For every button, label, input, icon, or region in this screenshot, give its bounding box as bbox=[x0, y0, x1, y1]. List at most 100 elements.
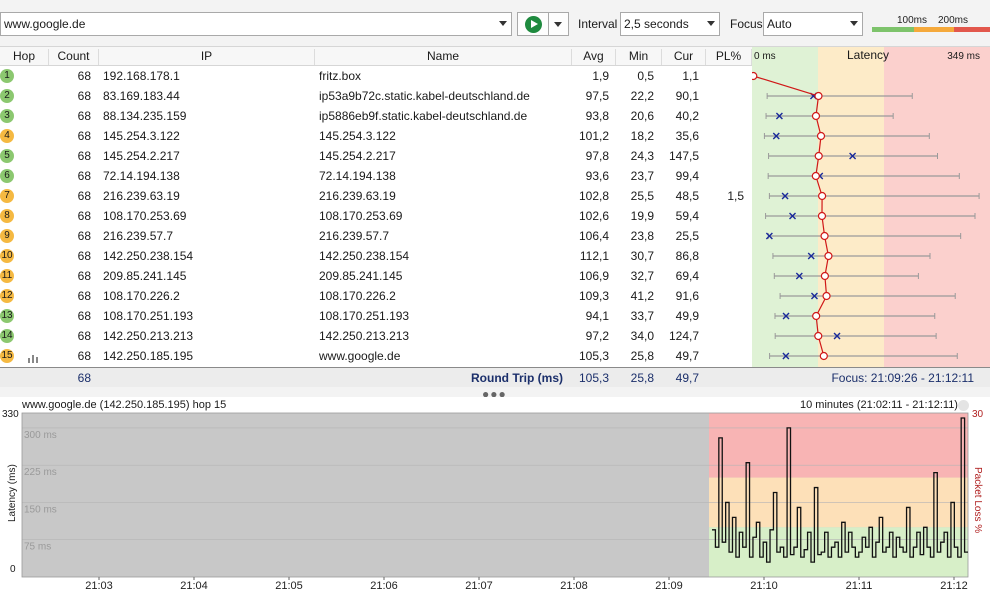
cell-min: 23,7 bbox=[630, 169, 654, 183]
cell-count: 68 bbox=[77, 309, 91, 323]
summary-avg: 105,3 bbox=[578, 371, 609, 385]
col-pl-header[interactable]: PL% bbox=[706, 49, 752, 65]
hop-number-badge: 13 bbox=[0, 309, 14, 323]
cell-avg: 101,2 bbox=[578, 129, 609, 143]
chevron-down-icon[interactable] bbox=[499, 21, 507, 26]
cell-avg: 97,8 bbox=[585, 149, 609, 163]
col-ip-header[interactable]: IP bbox=[99, 49, 315, 65]
cell-count: 68 bbox=[77, 129, 91, 143]
cell-name: 216.239.57.7 bbox=[319, 229, 390, 243]
avg-point bbox=[820, 271, 830, 281]
bar-chart-icon[interactable] bbox=[28, 352, 38, 363]
cell-ip: 108.170.253.69 bbox=[103, 209, 187, 223]
cell-ip: 145.254.3.122 bbox=[103, 129, 180, 143]
time-tick-label: 21:10 bbox=[750, 580, 778, 589]
col-hop-header[interactable]: Hop bbox=[0, 49, 49, 65]
latency-header[interactable]: 0 ms Latency 349 ms bbox=[752, 47, 990, 66]
cell-cur: 59,4 bbox=[675, 209, 699, 223]
cell-name: 142.250.238.154 bbox=[319, 249, 410, 263]
history-time-range[interactable]: 10 minutes (21:02:11 - 21:12:11) bbox=[800, 399, 958, 411]
round-trip-summary-row: 68 Round Trip (ms) 105,3 25,8 49,7 Focus… bbox=[0, 367, 990, 387]
interval-label: Interval bbox=[578, 17, 618, 31]
cell-count: 68 bbox=[77, 329, 91, 343]
cell-cur: 86,8 bbox=[675, 249, 699, 263]
cell-count: 68 bbox=[77, 249, 91, 263]
cell-min: 25,8 bbox=[630, 349, 654, 363]
cell-avg: 93,8 bbox=[585, 109, 609, 123]
cell-avg: 102,8 bbox=[578, 189, 609, 203]
avg-point bbox=[824, 251, 833, 261]
start-trace-button[interactable] bbox=[517, 12, 549, 36]
cell-count: 68 bbox=[77, 109, 91, 123]
scale-bad-segment bbox=[954, 27, 990, 32]
focus-select[interactable]: Auto bbox=[763, 12, 863, 36]
chevron-down-icon bbox=[707, 21, 715, 26]
focus-label: Focus bbox=[730, 17, 763, 31]
cell-count: 68 bbox=[77, 209, 91, 223]
cell-cur: 1,1 bbox=[682, 69, 699, 83]
cell-ip: 142.250.185.195 bbox=[103, 349, 194, 363]
cell-min: 20,6 bbox=[630, 109, 654, 123]
time-tick-label: 21:07 bbox=[465, 580, 493, 589]
start-options-dropdown[interactable] bbox=[549, 12, 569, 36]
hop-number-badge: 11 bbox=[0, 269, 14, 283]
chevron-down-icon[interactable] bbox=[958, 400, 969, 411]
avg-point bbox=[811, 171, 820, 181]
interval-select[interactable]: 2,5 seconds bbox=[620, 12, 720, 36]
avg-point bbox=[822, 291, 831, 301]
col-count-header[interactable]: Count bbox=[49, 49, 99, 65]
cell-min: 41,2 bbox=[630, 289, 654, 303]
hop-number-badge: 7 bbox=[0, 189, 14, 203]
avg-point bbox=[811, 111, 821, 121]
toolbar: www.google.de Interval 2,5 seconds Focus… bbox=[0, 0, 990, 46]
scale-100-label: 100ms bbox=[897, 15, 928, 26]
col-avg-header[interactable]: Avg bbox=[572, 49, 616, 65]
col-min-header[interactable]: Min bbox=[616, 49, 662, 65]
avg-point bbox=[816, 131, 826, 141]
summary-count: 68 bbox=[77, 371, 91, 385]
cell-min: 34,0 bbox=[630, 329, 654, 343]
cell-min: 32,7 bbox=[630, 269, 654, 283]
cell-count: 68 bbox=[77, 289, 91, 303]
pane-splitter[interactable]: ●●● bbox=[0, 387, 990, 401]
cell-cur: 91,6 bbox=[675, 289, 699, 303]
cell-cur: 48,5 bbox=[675, 189, 699, 203]
hop-number-badge: 9 bbox=[0, 229, 14, 243]
target-address-combobox[interactable]: www.google.de bbox=[0, 12, 512, 36]
avg-point bbox=[814, 91, 823, 101]
history-chart[interactable]: 300 ms 225 ms 150 ms 75 ms 21:03 21:04 21:05 21… bbox=[0, 397, 990, 589]
cell-cur: 69,4 bbox=[675, 269, 699, 283]
y-axis-label: Latency (ms) bbox=[7, 464, 18, 522]
cell-min: 33,7 bbox=[630, 309, 654, 323]
cell-avg: 102,6 bbox=[578, 209, 609, 223]
hop-number-badge: 8 bbox=[0, 209, 14, 223]
time-tick-label: 21:12 bbox=[940, 580, 968, 589]
cell-ip: 142.250.238.154 bbox=[103, 249, 194, 263]
cell-avg: 94,1 bbox=[585, 309, 609, 323]
cell-name: 216.239.63.19 bbox=[319, 189, 396, 203]
grid-label: 75 ms bbox=[24, 542, 51, 553]
cell-name: 108.170.226.2 bbox=[319, 289, 396, 303]
cell-name: fritz.box bbox=[319, 69, 362, 83]
col-name-header[interactable]: Name bbox=[315, 49, 572, 65]
summary-min: 25,8 bbox=[630, 371, 654, 385]
time-tick-label: 21:05 bbox=[275, 580, 303, 589]
cell-avg: 112,1 bbox=[579, 249, 609, 263]
scale-200-label: 200ms bbox=[938, 15, 969, 26]
latency-column-label: Latency bbox=[847, 48, 890, 62]
cell-min: 0,5 bbox=[637, 69, 654, 83]
avg-point bbox=[814, 331, 823, 341]
cell-ip: 72.14.194.138 bbox=[103, 169, 180, 183]
summary-focus-range: Focus: 21:09:26 - 21:12:11 bbox=[831, 371, 974, 385]
cell-count: 68 bbox=[77, 229, 91, 243]
time-tick-label: 21:03 bbox=[85, 580, 113, 589]
cell-cur: 49,7 bbox=[675, 349, 699, 363]
cell-min: 25,5 bbox=[630, 189, 654, 203]
cell-name: ip5886eb9f.static.kabel-deutschland.de bbox=[319, 109, 528, 123]
y-axis-bottom-label: 0 bbox=[10, 564, 16, 575]
summary-label: Round Trip (ms) bbox=[471, 371, 563, 385]
col-cur-header[interactable]: Cur bbox=[662, 49, 706, 65]
hop-number-badge: 15 bbox=[0, 349, 14, 363]
time-tick-label: 21:04 bbox=[180, 580, 208, 589]
latency-graph bbox=[752, 66, 990, 367]
